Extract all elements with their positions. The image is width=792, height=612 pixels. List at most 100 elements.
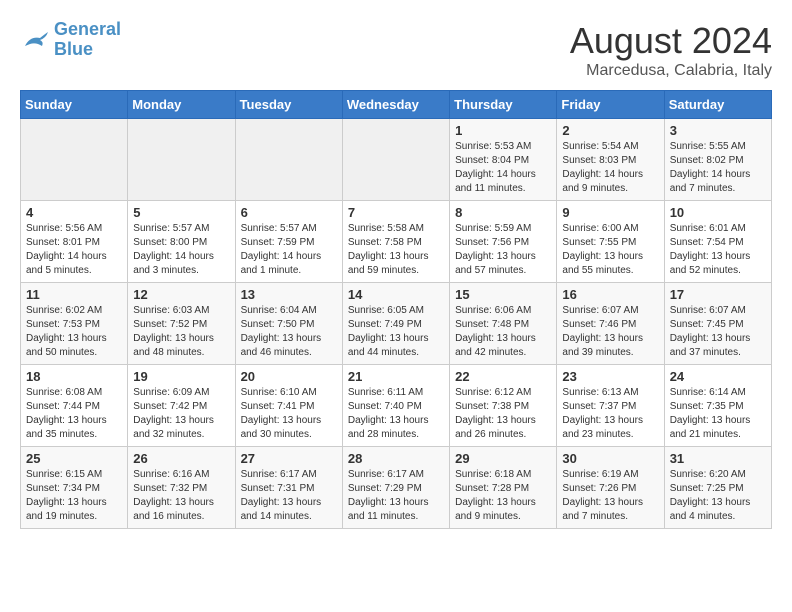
calendar-cell: 4 Sunrise: 5:56 AM Sunset: 8:01 PM Daylig… [21, 201, 128, 283]
calendar-table: SundayMondayTuesdayWednesdayThursdayFrid… [20, 90, 772, 529]
day-info: Sunrise: 6:09 AM Sunset: 7:42 PM Dayligh… [133, 386, 229, 442]
day-info: Sunrise: 6:04 AM Sunset: 7:50 PM Dayligh… [241, 304, 337, 360]
day-number: 14 [348, 287, 444, 302]
day-number: 16 [562, 287, 658, 302]
calendar-cell: 16 Sunrise: 6:07 AM Sunset: 7:46 PM Dayli… [557, 283, 664, 365]
day-info: Sunrise: 6:17 AM Sunset: 7:31 PM Dayligh… [241, 468, 337, 524]
day-info: Sunrise: 6:14 AM Sunset: 7:35 PM Dayligh… [670, 386, 766, 442]
week-row-2: 4 Sunrise: 5:56 AM Sunset: 8:01 PM Daylig… [21, 201, 772, 283]
calendar-cell: 17 Sunrise: 6:07 AM Sunset: 7:45 PM Dayli… [664, 283, 771, 365]
calendar-cell: 29Sunrise: 6:18 AM Sunset: 7:28 PM Dayli… [450, 447, 557, 529]
day-info: Sunrise: 5:54 AM Sunset: 8:03 PM Dayligh… [562, 140, 658, 196]
week-row-5: 25 Sunrise: 6:15 AM Sunset: 7:34 PM Dayli… [21, 447, 772, 529]
page-header: GeneralBlue August 2024 Marcedusa, Calab… [20, 20, 772, 80]
day-number: 11 [26, 287, 122, 302]
day-info: Sunrise: 6:01 AM Sunset: 7:54 PM Dayligh… [670, 222, 766, 278]
day-number: 3 [670, 123, 766, 138]
day-number: 6 [241, 205, 337, 220]
calendar-cell: 8 Sunrise: 5:59 AM Sunset: 7:56 PM Daylig… [450, 201, 557, 283]
day-info: Sunrise: 6:11 AM Sunset: 7:40 PM Dayligh… [348, 386, 444, 442]
title-block: August 2024 Marcedusa, Calabria, Italy [570, 20, 772, 80]
calendar-cell: 13 Sunrise: 6:04 AM Sunset: 7:50 PM Dayli… [235, 283, 342, 365]
day-info: Sunrise: 6:17 AM Sunset: 7:29 PM Dayligh… [348, 468, 444, 524]
day-number: 19 [133, 369, 229, 384]
day-number: 9 [562, 205, 658, 220]
calendar-cell: 10 Sunrise: 6:01 AM Sunset: 7:54 PM Dayli… [664, 201, 771, 283]
day-number: 27 [241, 451, 337, 466]
calendar-cell: 11 Sunrise: 6:02 AM Sunset: 7:53 PM Dayli… [21, 283, 128, 365]
calendar-cell: 18 Sunrise: 6:08 AM Sunset: 7:44 PM Dayli… [21, 365, 128, 447]
calendar-cell: 1 Sunrise: 5:53 AM Sunset: 8:04 PM Daylig… [450, 119, 557, 201]
calendar-cell: 21 Sunrise: 6:11 AM Sunset: 7:40 PM Dayli… [342, 365, 449, 447]
day-info: Sunrise: 5:57 AM Sunset: 8:00 PM Dayligh… [133, 222, 229, 278]
calendar-cell: 2Sunrise: 5:54 AM Sunset: 8:03 PM Daylig… [557, 119, 664, 201]
weekday-header-row: SundayMondayTuesdayWednesdayThursdayFrid… [21, 91, 772, 119]
calendar-cell [342, 119, 449, 201]
calendar-cell: 3 Sunrise: 5:55 AM Sunset: 8:02 PM Daylig… [664, 119, 771, 201]
weekday-header-friday: Friday [557, 91, 664, 119]
calendar-cell [21, 119, 128, 201]
day-info: Sunrise: 6:19 AM Sunset: 7:26 PM Dayligh… [562, 468, 658, 524]
day-info: Sunrise: 5:57 AM Sunset: 7:59 PM Dayligh… [241, 222, 337, 278]
day-info: Sunrise: 5:53 AM Sunset: 8:04 PM Dayligh… [455, 140, 551, 196]
calendar-cell: 27 Sunrise: 6:17 AM Sunset: 7:31 PM Dayli… [235, 447, 342, 529]
day-info: Sunrise: 6:00 AM Sunset: 7:55 PM Dayligh… [562, 222, 658, 278]
day-number: 15 [455, 287, 551, 302]
calendar-cell: 31 Sunrise: 6:20 AM Sunset: 7:25 PM Dayli… [664, 447, 771, 529]
day-info: Sunrise: 6:07 AM Sunset: 7:46 PM Dayligh… [562, 304, 658, 360]
day-info: Sunrise: 6:03 AM Sunset: 7:52 PM Dayligh… [133, 304, 229, 360]
calendar-cell: 7 Sunrise: 5:58 AM Sunset: 7:58 PM Daylig… [342, 201, 449, 283]
logo: GeneralBlue [20, 20, 121, 60]
day-number: 8 [455, 205, 551, 220]
calendar-cell: 24 Sunrise: 6:14 AM Sunset: 7:35 PM Dayli… [664, 365, 771, 447]
day-number: 7 [348, 205, 444, 220]
day-info: Sunrise: 6:07 AM Sunset: 7:45 PM Dayligh… [670, 304, 766, 360]
day-info: Sunrise: 6:06 AM Sunset: 7:48 PM Dayligh… [455, 304, 551, 360]
day-number: 31 [670, 451, 766, 466]
day-info: Sunrise: 6:08 AM Sunset: 7:44 PM Dayligh… [26, 386, 122, 442]
weekday-header-tuesday: Tuesday [235, 91, 342, 119]
day-info: Sunrise: 6:10 AM Sunset: 7:41 PM Dayligh… [241, 386, 337, 442]
calendar-cell: 23Sunrise: 6:13 AM Sunset: 7:37 PM Dayli… [557, 365, 664, 447]
calendar-cell: 26Sunrise: 6:16 AM Sunset: 7:32 PM Dayli… [128, 447, 235, 529]
day-info: Sunrise: 5:58 AM Sunset: 7:58 PM Dayligh… [348, 222, 444, 278]
weekday-header-wednesday: Wednesday [342, 91, 449, 119]
week-row-3: 11 Sunrise: 6:02 AM Sunset: 7:53 PM Dayli… [21, 283, 772, 365]
weekday-header-monday: Monday [128, 91, 235, 119]
day-info: Sunrise: 5:59 AM Sunset: 7:56 PM Dayligh… [455, 222, 551, 278]
day-info: Sunrise: 5:55 AM Sunset: 8:02 PM Dayligh… [670, 140, 766, 196]
calendar-cell: 28 Sunrise: 6:17 AM Sunset: 7:29 PM Dayli… [342, 447, 449, 529]
month-year-title: August 2024 [570, 20, 772, 62]
calendar-cell: 20 Sunrise: 6:10 AM Sunset: 7:41 PM Dayli… [235, 365, 342, 447]
day-number: 25 [26, 451, 122, 466]
day-number: 24 [670, 369, 766, 384]
day-number: 28 [348, 451, 444, 466]
weekday-header-thursday: Thursday [450, 91, 557, 119]
day-number: 1 [455, 123, 551, 138]
day-number: 13 [241, 287, 337, 302]
day-number: 12 [133, 287, 229, 302]
calendar-cell [235, 119, 342, 201]
calendar-cell: 19 Sunrise: 6:09 AM Sunset: 7:42 PM Dayli… [128, 365, 235, 447]
calendar-cell: 30Sunrise: 6:19 AM Sunset: 7:26 PM Dayli… [557, 447, 664, 529]
day-info: Sunrise: 6:20 AM Sunset: 7:25 PM Dayligh… [670, 468, 766, 524]
calendar-cell: 12 Sunrise: 6:03 AM Sunset: 7:52 PM Dayli… [128, 283, 235, 365]
calendar-cell: 14 Sunrise: 6:05 AM Sunset: 7:49 PM Dayli… [342, 283, 449, 365]
day-info: Sunrise: 6:05 AM Sunset: 7:49 PM Dayligh… [348, 304, 444, 360]
logo-icon [20, 28, 50, 52]
logo-text: GeneralBlue [54, 20, 121, 60]
day-info: Sunrise: 5:56 AM Sunset: 8:01 PM Dayligh… [26, 222, 122, 278]
day-number: 17 [670, 287, 766, 302]
week-row-4: 18 Sunrise: 6:08 AM Sunset: 7:44 PM Dayli… [21, 365, 772, 447]
day-number: 21 [348, 369, 444, 384]
day-number: 10 [670, 205, 766, 220]
day-number: 4 [26, 205, 122, 220]
day-number: 18 [26, 369, 122, 384]
weekday-header-sunday: Sunday [21, 91, 128, 119]
location-subtitle: Marcedusa, Calabria, Italy [570, 62, 772, 80]
calendar-cell: 25 Sunrise: 6:15 AM Sunset: 7:34 PM Dayli… [21, 447, 128, 529]
day-number: 29 [455, 451, 551, 466]
day-number: 20 [241, 369, 337, 384]
day-info: Sunrise: 6:02 AM Sunset: 7:53 PM Dayligh… [26, 304, 122, 360]
day-info: Sunrise: 6:15 AM Sunset: 7:34 PM Dayligh… [26, 468, 122, 524]
